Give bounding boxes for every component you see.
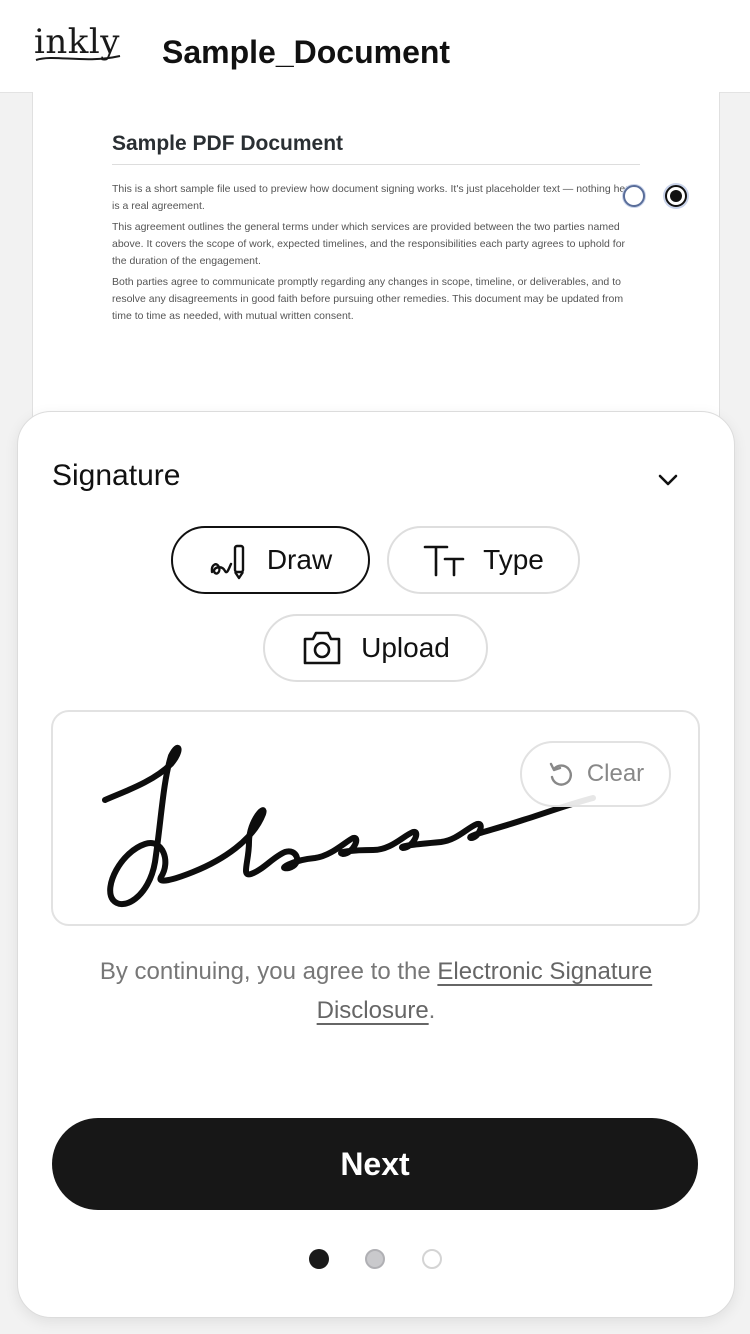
step-indicator: [422, 1249, 442, 1269]
text-size-icon: [423, 545, 465, 577]
type-mode-button[interactable]: Type: [387, 526, 580, 594]
collapse-button[interactable]: [654, 466, 682, 494]
upload-mode-label: Upload: [361, 632, 450, 663]
step-indicator-active: [309, 1249, 329, 1269]
document-paragraph: Both parties agree to communicate prompt…: [112, 276, 624, 322]
pen-signature-icon: [210, 544, 245, 580]
chevron-down-icon: [658, 474, 678, 486]
document-paragraph: This is a short sample file used to prev…: [112, 183, 635, 212]
clear-signature-button[interactable]: Clear: [520, 741, 671, 807]
type-mode-label: Type: [483, 544, 544, 575]
clear-label: Clear: [586, 760, 645, 787]
logo-swash-icon: [35, 55, 121, 61]
consent-text: By continuing, you agree to the Electron…: [78, 952, 674, 1030]
step-indicator: [365, 1249, 385, 1269]
draw-mode-button[interactable]: Draw: [171, 526, 370, 594]
signature-panel-title: Signature: [52, 459, 181, 492]
upload-mode-button[interactable]: Upload: [263, 614, 488, 682]
signature-sheet: Signature Draw Type Upload Clear By cont…: [17, 411, 735, 1318]
draw-mode-label: Draw: [266, 544, 333, 575]
undo-icon: [549, 762, 572, 786]
document-preview: Sample PDF Document This is a short samp…: [32, 92, 720, 452]
app-header: inkly Sample_Document: [0, 0, 750, 93]
signature-canvas[interactable]: Clear: [51, 710, 700, 926]
camera-icon: [303, 631, 341, 665]
document-heading: Sample PDF Document: [112, 132, 640, 165]
consent-suffix: .: [428, 997, 436, 1024]
document-title: Sample_Document: [162, 34, 451, 70]
radio-option-selected[interactable]: [665, 185, 687, 207]
document-paragraph: This agreement outlines the general term…: [112, 221, 626, 267]
radio-option-unselected[interactable]: [623, 185, 645, 207]
next-button[interactable]: Next: [52, 1118, 698, 1210]
consent-prefix: By continuing, you agree to the: [99, 958, 438, 985]
